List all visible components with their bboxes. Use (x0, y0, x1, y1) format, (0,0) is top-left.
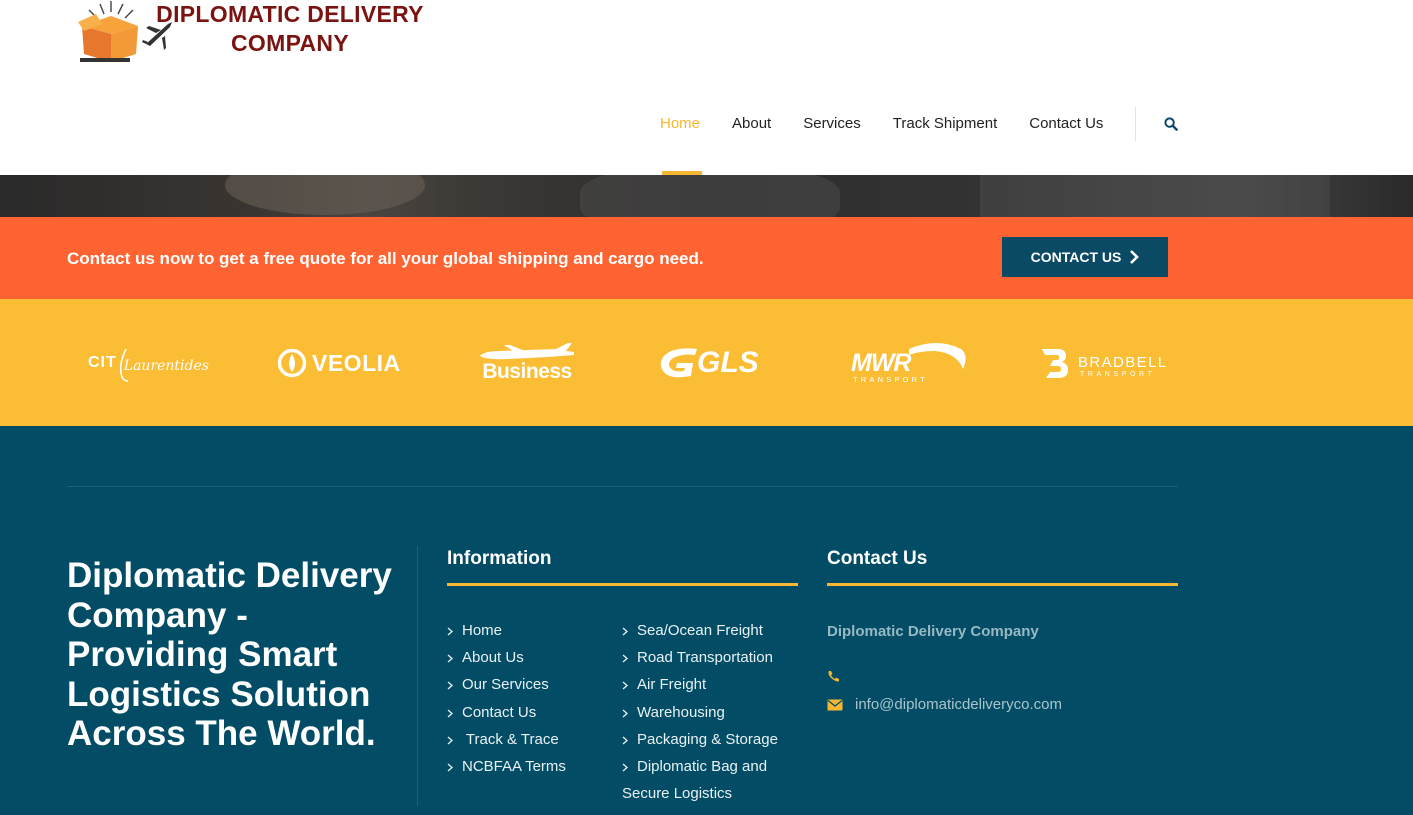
contact-phone-row (827, 669, 855, 683)
information-links-col2: Sea/Ocean Freight Road Transportation Ai… (622, 617, 802, 807)
footer-link-air-freight[interactable]: Air Freight (622, 671, 802, 698)
footer-link-label: Secure Logistics (622, 785, 733, 803)
footer-link-label: Diplomatic Bag and (637, 758, 768, 776)
logo-text-line1: DIPLOMATIC DELIVERY (156, 1, 424, 27)
partner-logo-cit-text: CIT (88, 354, 117, 371)
information-underline (447, 583, 798, 586)
footer-link-label: Our Services (462, 676, 549, 694)
footer-link-label: Track & Trace (462, 730, 559, 748)
footer-link-label: Road Transportation (637, 649, 773, 667)
phone-icon (828, 671, 839, 682)
site-logo[interactable]: DIPLOMATIC DELIVERY COMPANY (76, 0, 436, 70)
chevron-right-icon (447, 709, 453, 718)
contact-company-name: Diplomatic Delivery Company (827, 623, 1039, 640)
main-nav: Home About Services Track Shipment Conta… (660, 107, 1135, 175)
footer-link-label: Contact Us (462, 703, 537, 721)
logo-text: DIPLOMATIC DELIVERY COMPANY (140, 0, 440, 58)
envelope-icon (827, 699, 843, 710)
bradbell-logo-icon: BRADBELL TRANSPORT (1042, 349, 1166, 378)
footer-link-label: Air Freight (637, 676, 707, 694)
veolia-mark-icon (277, 348, 307, 378)
chevron-right-icon (622, 627, 628, 636)
chevron-right-icon (622, 681, 628, 690)
gls-swoosh-icon (660, 348, 697, 378)
chevron-right-icon (622, 736, 628, 745)
footer-link-our-services[interactable]: Our Services (447, 671, 566, 698)
nav-item-contact-us[interactable]: Contact Us (1029, 107, 1103, 175)
footer-link-diplomatic-bag-wrap[interactable]: Secure Logistics (622, 780, 802, 807)
information-links-col1: Home About Us Our Services Contact Us Tr… (447, 617, 566, 780)
cta-banner: Contact us now to get a free quote for a… (0, 217, 1413, 299)
partner-logo-gls: GLS (657, 335, 759, 391)
partner-logo-business-text: Business (482, 359, 572, 383)
contact-us-button-label: CONTACT US (1030, 249, 1122, 265)
nav-divider (1135, 107, 1136, 141)
contact-us-button[interactable]: CONTACT US (1002, 237, 1168, 277)
partner-logo-veolia-text: VEOLIA (312, 349, 401, 376)
partner-logo-mwr: MWR TRANSPORT (851, 335, 967, 391)
partner-logo-mwr-sub: TRANSPORT (853, 375, 928, 384)
search-icon[interactable] (1164, 117, 1178, 131)
contact-heading: Contact Us (827, 548, 928, 569)
chevron-right-icon (447, 763, 453, 772)
site-footer: Diplomatic Delivery Company - Providing … (0, 426, 1413, 815)
footer-link-label: Home (462, 622, 503, 639)
footer-link-label: Warehousing (637, 703, 725, 721)
footer-link-sea-ocean-freight[interactable]: Sea/Ocean Freight (622, 617, 802, 644)
footer-link-home[interactable]: Home (447, 617, 566, 644)
partner-logo-mwr-text: MWR (851, 349, 911, 377)
footer-link-label: About Us (462, 649, 524, 667)
contact-underline (827, 583, 1178, 586)
chevron-right-icon (622, 654, 628, 663)
footer-link-track-trace[interactable]: Track & Trace (447, 726, 566, 753)
partner-logo-bradbell: BRADBELL TRANSPORT (1040, 335, 1166, 391)
footer-link-packaging-storage[interactable]: Packaging & Storage (622, 726, 802, 753)
partner-logo-gls-text: GLS (697, 346, 759, 379)
footer-divider (67, 486, 1178, 487)
partner-logos: CIT Laurentides VEOLIA Business GLS MWR … (0, 299, 1413, 426)
chevron-right-icon (622, 709, 628, 718)
chevron-right-icon (1130, 250, 1140, 264)
chevron-right-icon (447, 681, 453, 690)
nav-item-home[interactable]: Home (660, 107, 703, 175)
footer-link-ncbfaa-terms[interactable]: NCBFAA Terms (447, 753, 566, 780)
chevron-right-icon (447, 627, 453, 636)
footer-link-label: Packaging & Storage (637, 730, 778, 748)
chevron-right-icon (447, 654, 453, 663)
mwr-logo-icon: MWR TRANSPORT (851, 343, 966, 384)
footer-link-label: NCBFAA Terms (462, 758, 566, 776)
partner-logo-veolia: VEOLIA (277, 335, 401, 391)
footer-about-text: Diplomatic Delivery Company - Providing … (67, 556, 392, 753)
footer-column-divider (417, 546, 418, 806)
partner-logo-cit-laurentides: CIT Laurentides (88, 335, 209, 391)
information-heading: Information (447, 548, 552, 569)
site-header: DIPLOMATIC DELIVERY COMPANY Home About S… (0, 0, 1413, 175)
footer-link-road-transportation[interactable]: Road Transportation (622, 644, 802, 671)
partner-logo-laurentides-text: Laurentides (123, 358, 209, 374)
footer-link-diplomatic-bag[interactable]: Diplomatic Bag and (622, 753, 802, 780)
nav-item-services[interactable]: Services (803, 107, 861, 175)
footer-link-warehousing[interactable]: Warehousing (622, 699, 802, 726)
footer-link-label: Sea/Ocean Freight (637, 622, 763, 639)
logo-text-line2: COMPANY (231, 30, 349, 56)
footer-link-contact-us[interactable]: Contact Us (447, 699, 566, 726)
nav-item-track-shipment[interactable]: Track Shipment (893, 107, 997, 175)
cta-text: Contact us now to get a free quote for a… (67, 249, 704, 268)
contact-email-row: info@diplomaticdeliveryco.com (827, 696, 1062, 713)
chevron-right-icon (622, 763, 628, 772)
chevron-right-icon (447, 736, 453, 745)
partner-logo-bradbell-sub: TRANSPORT (1080, 371, 1155, 378)
partner-logo-business: Business (478, 335, 576, 391)
partner-logo-bradbell-text: BRADBELL (1078, 354, 1168, 371)
hero-image (0, 175, 1413, 217)
nav-item-about[interactable]: About (732, 107, 771, 175)
contact-email[interactable]: info@diplomaticdeliveryco.com (855, 696, 1062, 713)
footer-link-about-us[interactable]: About Us (447, 644, 566, 671)
